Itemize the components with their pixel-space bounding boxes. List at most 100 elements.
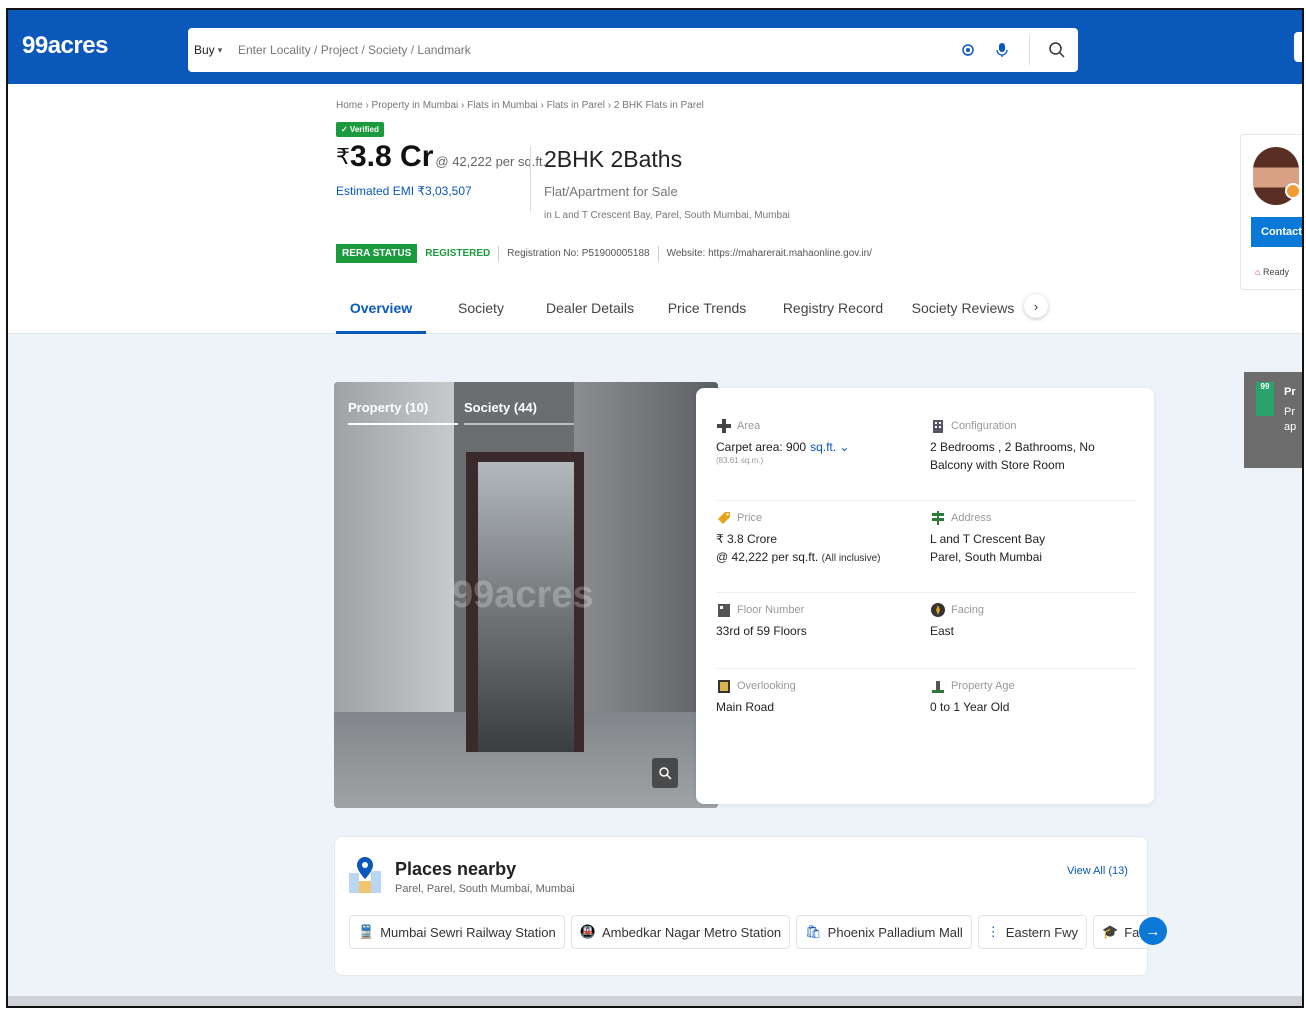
rera-divider — [657, 245, 659, 262]
property-title: 2BHK 2Baths — [544, 146, 683, 172]
place-chip-label: Mumbai Sewri Railway Station — [380, 924, 556, 940]
search-icon[interactable] — [1036, 41, 1078, 59]
configuration-label: Configuration — [951, 420, 1017, 432]
property-type: Flat/Apartment for Sale — [544, 184, 678, 199]
zoom-icon[interactable] — [652, 758, 678, 788]
rera-row: RERA STATUS REGISTERED Registration No: … — [336, 244, 872, 263]
place-chip[interactable]: ⋮ Eastern Fwy — [977, 915, 1088, 949]
home-icon: ⌂ — [1255, 267, 1261, 277]
place-chip[interactable]: 🚇 Ambedkar Nagar Metro Station — [570, 915, 791, 949]
overlooking-cell: Overlooking Main Road — [716, 678, 924, 716]
facing-label: Facing — [951, 604, 985, 616]
floor-cell: Floor Number 33rd of 59 Floors — [716, 602, 924, 640]
rera-divider — [498, 245, 500, 262]
price-block: ₹3.8 Cr @ 42,222 per sq.ft. — [336, 140, 546, 174]
place-chip[interactable]: 🚆 Mumbai Sewri Railway Station — [349, 915, 565, 949]
floor-icon — [718, 604, 730, 617]
floor-label: Floor Number — [737, 604, 805, 616]
overlooking-value: Main Road — [716, 700, 775, 714]
facing-cell: Facing East — [930, 602, 1138, 640]
top-header: 99acres Buy ▾ — [8, 10, 1302, 84]
promo-text: Pr Pr ap — [1284, 382, 1296, 433]
places-chips: 🚆 Mumbai Sewri Railway Station 🚇 Ambedkar … — [349, 915, 1149, 949]
property-age-label: Property Age — [951, 680, 1015, 692]
compass-icon — [931, 603, 945, 617]
tab-dealer-details[interactable]: Dealer Details — [540, 294, 640, 334]
award-icon — [1285, 183, 1301, 199]
area-icon — [717, 419, 731, 433]
area-label: Area — [737, 420, 761, 432]
school-icon: 🎓 — [1102, 924, 1119, 939]
area-sqm: (83.61 sq.m.) — [716, 456, 764, 465]
buy-label: Buy — [194, 43, 215, 57]
tab-society[interactable]: Society — [446, 294, 516, 334]
logo[interactable]: 99acres — [22, 32, 108, 60]
configuration-value: 2 Bedrooms , 2 Bathrooms, No Balcony wit… — [930, 440, 1095, 472]
promo-banner[interactable]: 99 Pr Pr ap — [1244, 372, 1302, 468]
places-title: Places nearby — [395, 859, 517, 879]
signpost-icon — [932, 511, 944, 525]
tab-registry-record[interactable]: Registry Record — [778, 294, 888, 334]
tab-society-reviews[interactable]: Society Reviews — [908, 294, 1018, 334]
estimated-emi-link[interactable]: Estimated EMI ₹3,03,507 — [336, 184, 472, 198]
map-pin-icon — [349, 857, 381, 893]
area-value: Carpet area: 900 — [716, 440, 807, 454]
rera-website[interactable]: Website: https://maharerait.mahaonline.g… — [667, 248, 872, 259]
rera-status-badge[interactable]: RERA STATUS — [336, 244, 418, 263]
ready-status: ⌂ Ready — [1255, 267, 1289, 277]
places-nearby-card: Places nearby Parel, Parel, South Mumbai… — [334, 836, 1167, 976]
search-input[interactable] — [234, 30, 951, 70]
building-age-icon — [932, 681, 944, 693]
property-header: Home › Property in Mumbai › Flats in Mum… — [8, 84, 1302, 334]
chevron-right-icon[interactable]: › — [1024, 294, 1048, 318]
divider — [716, 668, 1136, 669]
header-divider — [530, 146, 531, 212]
price-cell: Price ₹ 3.8 Crore @ 42,222 per sq.ft. (Al… — [716, 510, 924, 568]
area-unit-dropdown[interactable]: sq.ft. ⌄ — [810, 440, 849, 454]
price-inclusive: (All inclusive) — [821, 553, 881, 564]
mall-icon: 🛍 — [805, 924, 822, 939]
view-all-link[interactable]: View All (13) — [1067, 865, 1128, 877]
building-icon — [933, 420, 943, 433]
place-chip[interactable]: 🛍 Phoenix Palladium Mall — [796, 915, 972, 949]
window-icon — [718, 680, 730, 693]
place-chip-label: Eastern Fwy — [1005, 924, 1079, 940]
location-icon[interactable] — [951, 28, 985, 72]
metro-icon: 🚇 — [579, 924, 596, 939]
breadcrumb[interactable]: Home › Property in Mumbai › Flats in Mum… — [336, 100, 704, 111]
tab-society-photos[interactable]: Society (44) — [464, 400, 574, 425]
divider — [716, 500, 1136, 501]
property-info-card: Area Carpet area: 900 sq.ft. ⌄ (83.61 sq.… — [696, 388, 1154, 804]
photo-gallery[interactable]: 99acres Property (10) Society (44) — [334, 382, 718, 808]
tab-price-trends[interactable]: Price Trends — [662, 294, 752, 334]
search-bar: Buy ▾ — [188, 28, 1078, 72]
ready-label: Ready — [1262, 267, 1289, 277]
verified-badge: ✓ Verified — [336, 122, 384, 137]
configuration-cell: Configuration 2 Bedrooms , 2 Bathrooms, … — [930, 418, 1138, 474]
mic-icon[interactable] — [985, 28, 1019, 72]
bottom-strip — [8, 996, 1302, 1006]
property-age-value: 0 to 1 Year Old — [930, 700, 1010, 714]
tab-property-photos[interactable]: Property (10) — [348, 400, 458, 425]
address-label: Address — [951, 512, 992, 524]
rupee-symbol: ₹ — [336, 144, 350, 169]
contact-button[interactable]: Contact — [1251, 217, 1302, 247]
floor-value: 33rd of 59 Floors — [716, 624, 807, 638]
area-cell: Area Carpet area: 900 sq.ft. ⌄ (83.61 sq.… — [716, 418, 924, 465]
buy-dropdown[interactable]: Buy ▾ — [188, 43, 234, 57]
header-right-button[interactable] — [1294, 32, 1302, 62]
arrow-right-icon[interactable]: → — [1139, 917, 1167, 945]
section-tabs: Overview Society Dealer Details Price Tr… — [336, 294, 1048, 334]
agent-card: Contact ⌂ Ready — [1240, 134, 1302, 290]
registration-number: Registration No: P51900005188 — [507, 248, 650, 259]
place-chip-label: Phoenix Palladium Mall — [827, 924, 963, 940]
tab-overview[interactable]: Overview — [336, 294, 426, 334]
promo-flag-icon: 99 — [1256, 382, 1274, 416]
gallery-tabs: Property (10) Society (44) — [348, 400, 574, 425]
price-label: Price — [737, 512, 763, 524]
rera-registered: REGISTERED — [425, 248, 491, 259]
chevron-down-icon: ▾ — [217, 44, 223, 55]
property-address: in L and T Crescent Bay, Parel, South Mu… — [544, 210, 790, 221]
property-age-cell: Property Age 0 to 1 Year Old — [930, 678, 1138, 716]
facing-value: East — [930, 624, 955, 638]
